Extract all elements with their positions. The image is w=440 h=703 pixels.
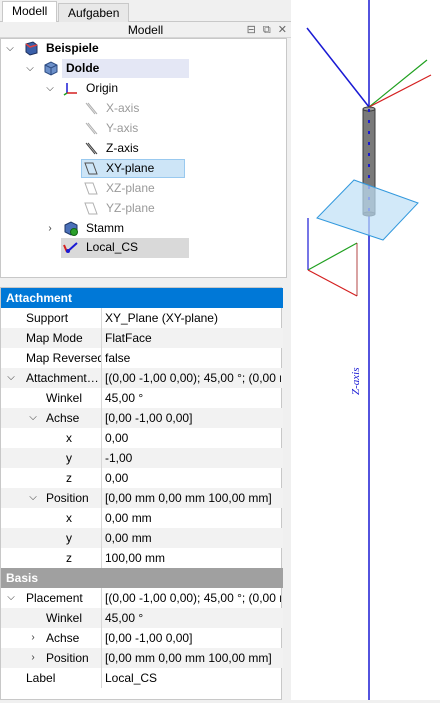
tree-item-label: Y-axis (106, 121, 139, 135)
tab-modell[interactable]: Modell (2, 1, 58, 23)
group-attachment[interactable]: Attachment (1, 288, 283, 308)
chevron-right-icon[interactable]: › (44, 219, 56, 238)
tree-item-label: Stamm (86, 221, 125, 235)
prop-row-winkel[interactable]: Winkel 45,00 ° (1, 388, 283, 408)
chevron-down-icon[interactable]: ⌵ (5, 588, 17, 608)
tab-aufgaben[interactable]: Aufgaben (58, 3, 130, 22)
chevron-down-icon[interactable]: ⌵ (27, 488, 39, 508)
tree-item-yz-plane[interactable]: YZ-plane (1, 199, 286, 218)
prop-row-placement-position[interactable]: › Position [0,00 mm 0,00 mm 100,00 mm] (1, 648, 283, 668)
tree-item-label: Beispiele (46, 41, 99, 55)
chevron-down-icon[interactable]: ⌵ (24, 59, 36, 78)
close-icon[interactable]: ✕ (278, 24, 287, 36)
prop-row-placement[interactable]: ⌵ Placement [(0,00 -1,00 0,00); 45,00 °;… (1, 588, 283, 608)
plane-icon (84, 202, 98, 215)
chevron-down-icon[interactable]: ⌵ (4, 39, 16, 58)
tree-item-label: Dolde (62, 59, 189, 78)
local-cs-icon (63, 242, 78, 253)
chevron-right-icon[interactable]: › (27, 628, 39, 648)
prop-row-achse-y[interactable]: y -1,00 (1, 448, 283, 468)
tree-item-xy-plane[interactable]: XY-plane (1, 159, 286, 178)
body-icon (44, 61, 58, 76)
prop-row-position-y[interactable]: y 0,00 mm (1, 528, 283, 548)
chevron-down-icon[interactable]: ⌵ (27, 408, 39, 428)
prop-row-attachment-offset[interactable]: ⌵ Attachment… [(0,00 -1,00 0,00); 45,00 … (1, 368, 283, 388)
tree-item-label: XY-plane (106, 161, 155, 175)
tree-item-dolde[interactable]: ⌵ Dolde (1, 59, 286, 78)
tree-item-label: X-axis (106, 101, 140, 115)
tree-item-label: Origin (86, 81, 119, 95)
float-icon[interactable]: ⊟ (247, 24, 256, 36)
tree-item-xz-plane[interactable]: XZ-plane (1, 179, 286, 198)
tree-item-x-axis[interactable]: X-axis (1, 99, 286, 118)
tree-item-local-cs[interactable]: Local_CS (1, 238, 286, 258)
chevron-right-icon[interactable]: › (27, 648, 39, 668)
tree-item-z-axis[interactable]: Z-axis (1, 139, 286, 158)
restore-icon[interactable]: ⧉ (263, 24, 271, 36)
tree-item-stamm[interactable]: › Stamm (1, 219, 286, 238)
3d-scene[interactable]: Z-axis (291, 0, 440, 700)
tab-bar: Modell Aufgaben (0, 0, 291, 23)
axis-icon (85, 142, 98, 155)
tree-item-label: XZ-plane (106, 181, 155, 195)
prop-row-achse-x[interactable]: x 0,00 (1, 428, 283, 448)
tree-item-beispiele[interactable]: ⌵ Beispiele (1, 39, 286, 58)
group-basis[interactable]: Basis (1, 568, 283, 588)
document-icon (25, 41, 38, 56)
tree-item-origin[interactable]: ⌵ Origin (1, 79, 286, 98)
pad-icon (64, 221, 78, 236)
tree-item-label: Z-axis (106, 141, 139, 155)
prop-row-label[interactable]: Label Local_CS (1, 668, 283, 688)
tree-item-label: YZ-plane (106, 201, 155, 215)
plane-icon (84, 182, 98, 195)
prop-row-position[interactable]: ⌵ Position [0,00 mm 0,00 mm 100,00 mm] (1, 488, 283, 508)
chevron-down-icon[interactable]: ⌵ (5, 368, 17, 388)
property-editor: Attachment Support XY_Plane (XY-plane) M… (0, 287, 283, 700)
model-tree: ⌵ Beispiele ⌵ Dolde ⌵ Origin X-axis Y-ax… (0, 38, 287, 278)
tree-item-label: Local_CS (86, 240, 139, 254)
prop-row-achse[interactable]: ⌵ Achse [0,00 -1,00 0,00] (1, 408, 283, 428)
axis-icon (85, 102, 98, 115)
prop-row-map-mode[interactable]: Map Mode FlatFace (1, 328, 283, 348)
axis-icon (85, 122, 98, 135)
tree-item-y-axis[interactable]: Y-axis (1, 119, 286, 138)
plane-icon (84, 162, 98, 175)
origin-icon (63, 83, 77, 96)
prop-row-placement-winkel[interactable]: Winkel 45,00 ° (1, 608, 283, 628)
prop-row-achse-z[interactable]: z 0,00 (1, 468, 283, 488)
3d-view[interactable]: Z-axis (291, 0, 440, 700)
prop-row-placement-achse[interactable]: › Achse [0,00 -1,00 0,00] (1, 628, 283, 648)
chevron-down-icon[interactable]: ⌵ (44, 79, 56, 98)
prop-row-position-z[interactable]: z 100,00 mm (1, 548, 283, 568)
prop-row-map-reversed[interactable]: Map Reversed false (1, 348, 283, 368)
z-axis-label: Z-axis (350, 368, 362, 396)
prop-row-support[interactable]: Support XY_Plane (XY-plane) (1, 308, 283, 328)
prop-row-position-x[interactable]: x 0,00 mm (1, 508, 283, 528)
panel-header: Modell ⊟ ⧉ ✕ (0, 22, 291, 38)
